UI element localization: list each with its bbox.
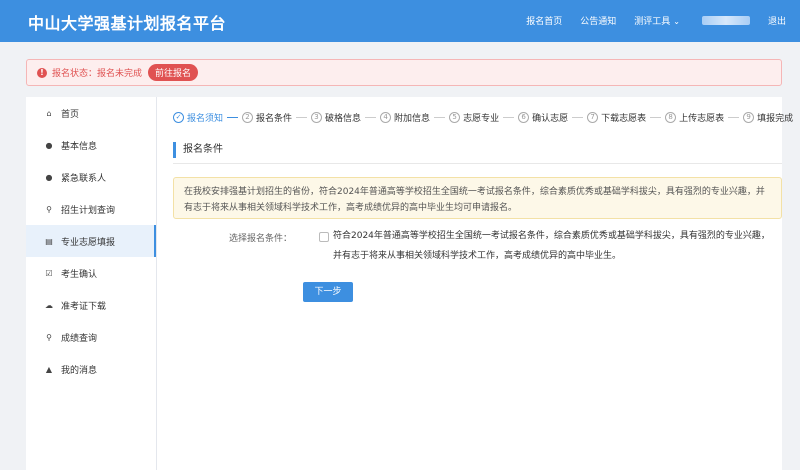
step-item: 8 上传志愿表 [665, 111, 724, 124]
step-number: 4 [380, 112, 392, 123]
go-register-button[interactable]: 前往报名 [148, 64, 199, 81]
divider [173, 163, 782, 164]
condition-checkbox[interactable] [319, 232, 329, 242]
step-item: 5 志愿专业 [449, 111, 499, 124]
step-connector [728, 117, 740, 118]
nav-tools-label: 测评工具 [634, 17, 671, 27]
next-step-button[interactable]: 下一步 [303, 282, 353, 302]
check-icon: ☑ [45, 268, 53, 278]
sidebar-item[interactable]: ⚲ 招生计划查询 [26, 193, 156, 225]
nav-home-link[interactable]: 报名首页 [526, 14, 562, 27]
step-label: 附加信息 [394, 114, 431, 124]
sidebar-item-label: 紧急联系人 [61, 173, 107, 184]
sidebar-item-label: 首页 [61, 109, 80, 120]
step-label: 报名须知 [187, 114, 224, 124]
sidebar-item-label: 我的消息 [61, 365, 98, 376]
sidebar-item[interactable]: ⚲ 成绩查询 [26, 321, 156, 353]
check-circle-icon: ✓ [173, 112, 184, 123]
sidebar-item[interactable]: ▲ 我的消息 [26, 353, 156, 385]
step-connector [650, 117, 662, 118]
step-item: 6 确认志愿 [518, 111, 568, 124]
step-item: 7 下载志愿表 [587, 111, 646, 124]
top-nav: 报名首页 公告通知 测评工具 ⌄ 退出 [508, 14, 786, 27]
alert-status-text: 报名状态：报名未完成 [52, 69, 143, 79]
step-number: 6 [518, 112, 530, 123]
step-label: 确认志愿 [532, 114, 569, 124]
step-number: 3 [311, 112, 323, 123]
step-item: 4 附加信息 [380, 111, 430, 124]
main-panel: ✓ 报名须知 2 报名条件 3 破格信息 4 附加信息 5 志愿专业 6 确认志愿 7 下载志愿表 8 上传志… [157, 97, 793, 470]
step-connector [572, 117, 584, 118]
sidebar-item[interactable]: ● 基本信息 [26, 129, 156, 161]
step-label: 下载志愿表 [601, 114, 647, 124]
step-number: 5 [449, 112, 461, 123]
step-item: 9 填报完成 [743, 111, 793, 124]
sidebar: ⌂ 首页 ● 基本信息 ● 紧急联系人 ⚲ 招生计划查询 ▤ 专业志愿填报 ☑ 考生确认 ☁ 准考证下载 ⚲… [26, 97, 157, 470]
step-number: 2 [242, 112, 254, 123]
sidebar-item[interactable]: ▤ 专业志愿填报 [26, 225, 156, 257]
user-icon: ● [45, 172, 53, 182]
step-label: 报名条件 [256, 114, 293, 124]
section-title: 报名条件 [173, 142, 223, 158]
sidebar-item-label: 招生计划查询 [61, 205, 116, 216]
chevron-down-icon: ⌄ [673, 17, 680, 26]
step-number: 7 [587, 112, 599, 123]
sidebar-item[interactable]: ☁ 准考证下载 [26, 289, 156, 321]
registration-status-alert: ! 报名状态：报名未完成 前往报名 [26, 59, 782, 86]
step-item: ✓ 报名须知 [173, 111, 223, 124]
logout-link[interactable]: 退出 [768, 14, 786, 27]
sidebar-item-label: 准考证下载 [61, 301, 107, 312]
nav-notice-link[interactable]: 公告通知 [580, 14, 616, 27]
eligibility-notice: 在我校安排强基计划招生的省份，符合2024年普通高等学校招生全国统一考试报名条件… [173, 177, 782, 219]
home-icon: ⌂ [46, 108, 52, 118]
top-header: 中山大学强基计划报名平台 报名首页 公告通知 测评工具 ⌄ 退出 [0, 0, 800, 42]
user-name-redacted [701, 16, 750, 25]
step-label: 志愿专业 [463, 114, 500, 124]
step-connector [503, 117, 515, 118]
sidebar-item[interactable]: ⌂ 首页 [26, 97, 156, 129]
search-icon: ⚲ [46, 204, 52, 214]
cloud-download-icon: ☁ [45, 300, 53, 310]
step-number: 8 [665, 112, 677, 123]
exclamation-icon: ! [37, 67, 47, 78]
step-label: 填报完成 [757, 114, 794, 124]
nav-tools-dropdown[interactable]: 测评工具 ⌄ [634, 14, 680, 27]
form-icon: ▤ [45, 236, 53, 246]
bell-icon: ▲ [45, 364, 53, 374]
search-icon: ⚲ [46, 332, 52, 342]
step-number: 9 [743, 112, 755, 123]
step-connector [296, 117, 308, 118]
step-connector [434, 117, 446, 118]
app-title: 中山大学强基计划报名平台 [28, 14, 227, 33]
sidebar-item-label: 专业志愿填报 [61, 237, 116, 248]
sidebar-item-label: 考生确认 [61, 269, 98, 280]
user-icon: ● [45, 140, 53, 150]
step-label: 上传志愿表 [679, 114, 725, 124]
sidebar-item[interactable]: ● 紧急联系人 [26, 161, 156, 193]
step-connector [365, 117, 377, 118]
step-item: 3 破格信息 [311, 111, 361, 124]
condition-option-text[interactable]: 符合2024年普通高等学校招生全国统一考试报名条件，综合素质优秀或基础学科拔尖，… [333, 226, 773, 266]
sidebar-item-label: 基本信息 [61, 141, 98, 152]
steps-progress: ✓ 报名须知 2 报名条件 3 破格信息 4 附加信息 5 志愿专业 6 确认志愿 7 下载志愿表 8 上传志… [173, 111, 793, 124]
step-item: 2 报名条件 [242, 111, 292, 124]
sidebar-item[interactable]: ☑ 考生确认 [26, 257, 156, 289]
step-label: 破格信息 [325, 114, 362, 124]
condition-label: 选择报名条件： [229, 234, 293, 244]
step-connector [227, 117, 239, 118]
sidebar-item-label: 成绩查询 [61, 333, 98, 344]
